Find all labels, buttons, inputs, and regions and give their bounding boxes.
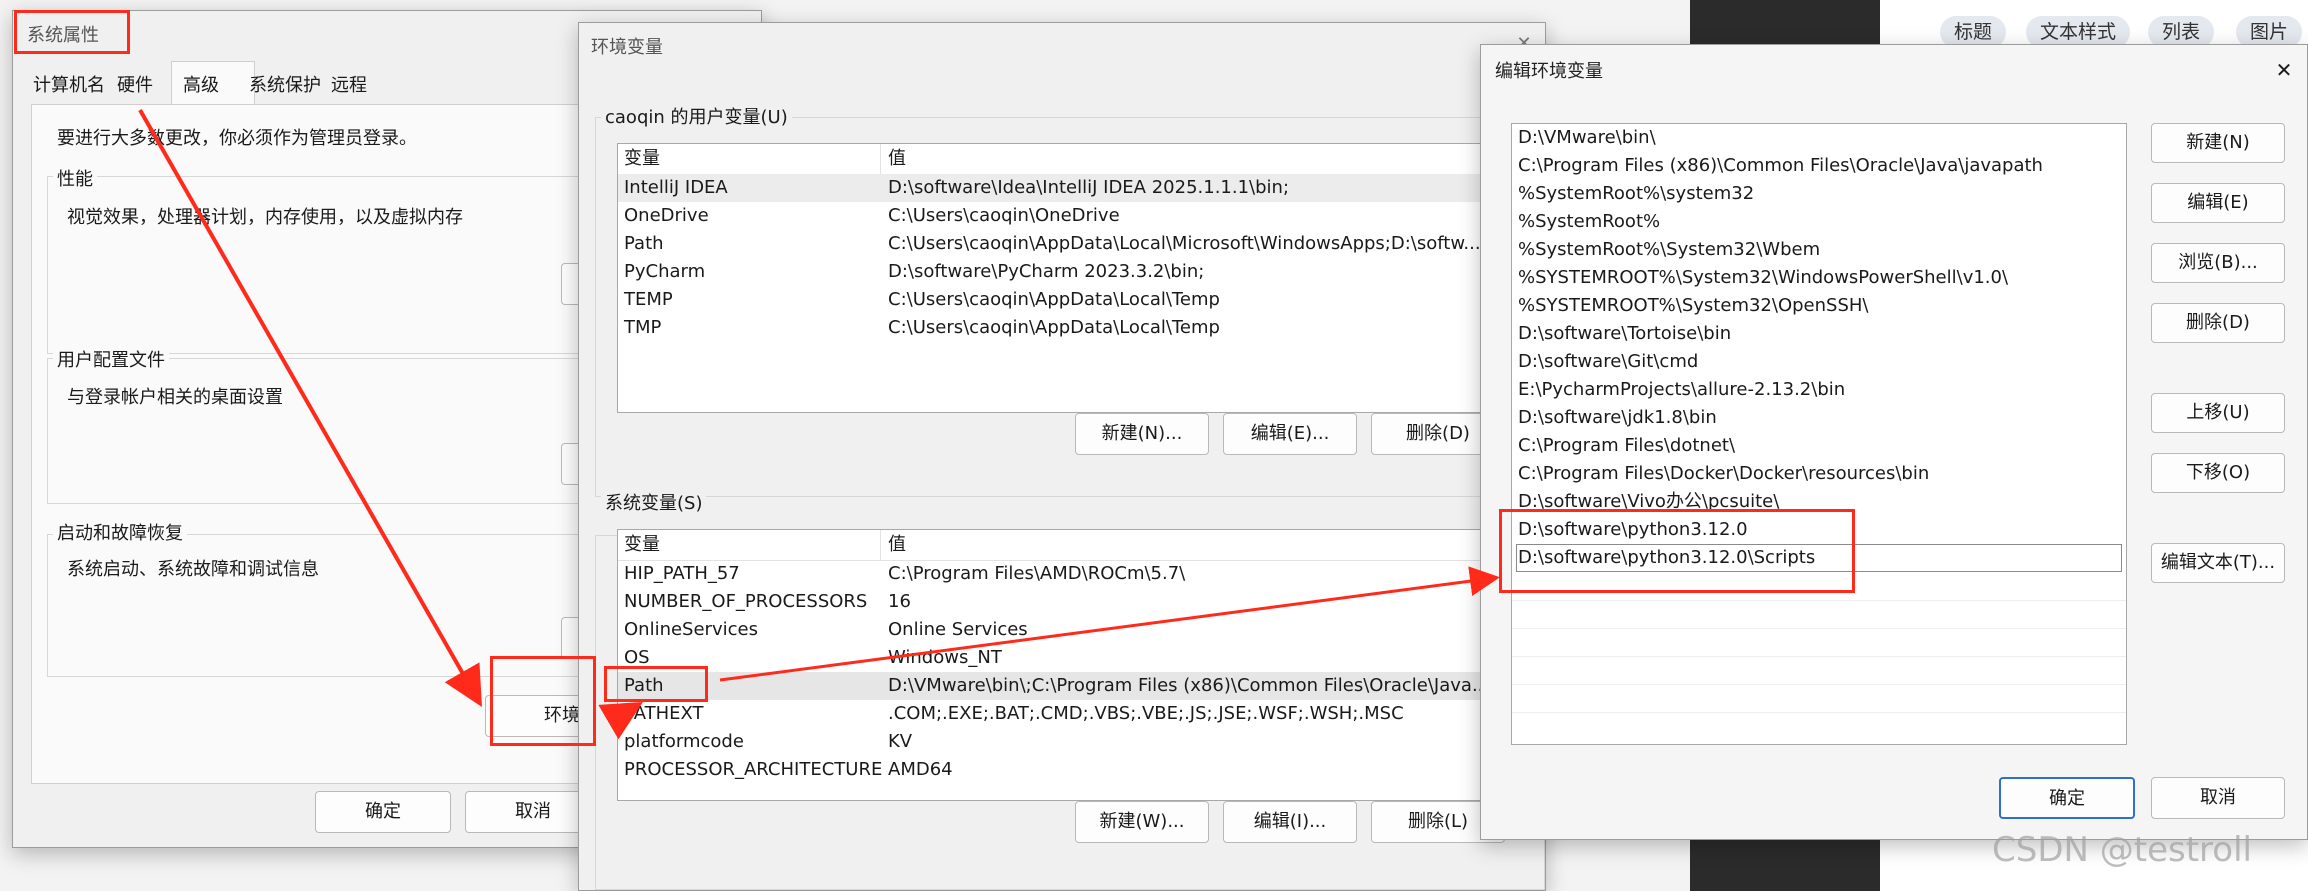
annotation-arrows (138, 109, 1500, 740)
arrow-title-to-env-button (138, 109, 482, 707)
watermark: CSDN @testroll (1992, 830, 2252, 870)
arrow-path-to-python (719, 566, 1500, 682)
arrow-env-button-to-path (598, 701, 643, 740)
